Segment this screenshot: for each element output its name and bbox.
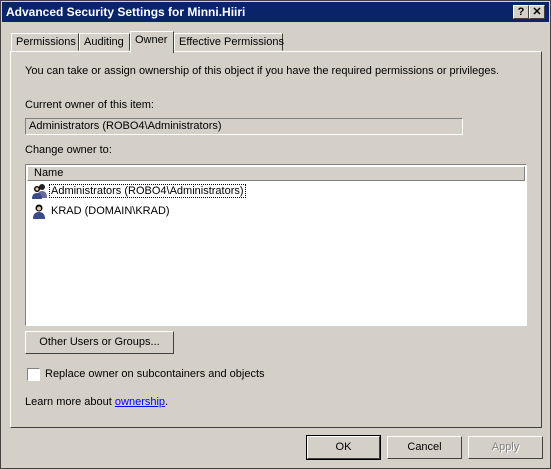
learn-more-suffix: . (165, 396, 169, 408)
learn-more-text: Learn more about ownership. (25, 396, 168, 408)
apply-button[interactable]: Apply (468, 436, 543, 459)
owner-listbox[interactable]: Name Administrators (ROBO4\Administrator… (25, 164, 527, 326)
tab-effective-permissions[interactable]: Effective Permissions (174, 33, 284, 51)
current-owner-field: Administrators (ROBO4\Administrators) (25, 118, 463, 135)
list-item-label: KRAD (DOMAIN\KRAD) (51, 205, 170, 217)
learn-more-prefix: Learn more about (25, 396, 115, 408)
close-button[interactable]: ✕ (529, 5, 545, 19)
other-users-groups-button[interactable]: Other Users or Groups... (25, 331, 174, 354)
list-item[interactable]: Administrators (ROBO4\Administrators) (32, 183, 246, 200)
intro-text: You can take or assign ownership of this… (25, 65, 500, 77)
change-owner-label: Change owner to: (25, 144, 112, 156)
column-header-name[interactable]: Name (27, 166, 525, 181)
tab-owner[interactable]: Owner (130, 31, 174, 53)
user-group-icon (32, 183, 48, 200)
dialog-window: Advanced Security Settings for Minni.Hii… (0, 0, 551, 469)
list-item-label: Administrators (ROBO4\Administrators) (49, 184, 246, 198)
replace-owner-checkbox[interactable] (27, 368, 40, 381)
ownership-link[interactable]: ownership (115, 396, 165, 408)
window-title: Advanced Security Settings for Minni.Hii… (6, 5, 246, 19)
tab-permissions[interactable]: Permissions (11, 33, 79, 51)
cancel-button[interactable]: Cancel (387, 436, 462, 459)
title-bar[interactable]: Advanced Security Settings for Minni.Hii… (2, 2, 549, 22)
help-button[interactable]: ? (513, 5, 529, 19)
tab-auditing[interactable]: Auditing (79, 33, 130, 51)
user-icon (32, 203, 48, 220)
current-owner-label: Current owner of this item: (25, 99, 154, 111)
list-item[interactable]: KRAD (DOMAIN\KRAD) (32, 203, 171, 220)
ok-button[interactable]: OK (306, 435, 381, 460)
replace-owner-label: Replace owner on subcontainers and objec… (45, 368, 265, 380)
